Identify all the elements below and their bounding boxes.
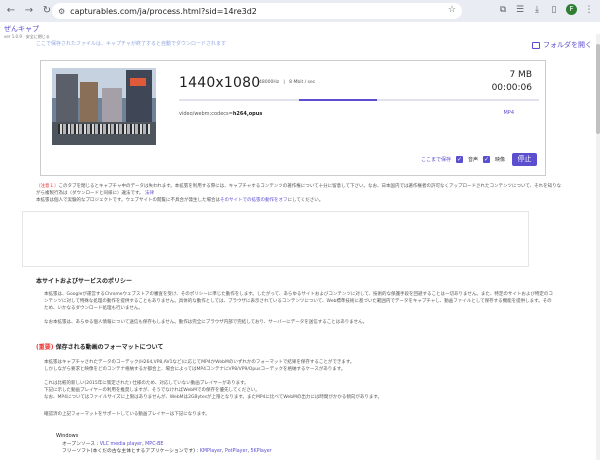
profile-avatar[interactable]: F [566,4,577,15]
capture-preview-thumbnail [52,68,156,145]
folder-icon [532,41,540,49]
url-text: capturables.com/ja/process.html?sid=14re… [70,6,257,16]
vlc-link[interactable]: VLC media player [100,442,142,447]
opensource-players: オープンソース : VLC media player, MPC-BE [62,442,164,447]
format-paragraph-6: 確認済の上記フォーマットをサポートしている動画プレイヤーは下記になります。 [44,412,210,417]
browser-toolbar: ← → ↻ ⚙ capturables.com/ja/process.html?… [0,0,600,22]
notice-line2-end: にしてください。 [287,198,324,203]
video-label: 映像 [494,157,505,163]
capture-controls: ここまで保存 ✓ 音声 ✓ 映像 停止 [421,153,537,166]
capture-card: 1440x1080 48000Hz | 8 Mbit / sec 7 MB 00… [40,60,546,176]
format-paragraph-4: 下記に示した動画プレイヤーの利用を推奨しますが、そうでなければWebMでの保存を… [44,388,260,393]
page-scrollbar[interactable] [596,34,600,460]
codec-line: video/webm;codecs=h264,opus [179,111,262,117]
potplayer-link[interactable]: PotPlayer [225,449,247,454]
scrollbar-thumb[interactable] [596,44,600,134]
top-info-link[interactable]: ここで保存されたファイルは、キャプチャが終了すると自動でダウンロードされます [36,40,268,46]
freeware-players: フリーソフト(本くだの古な主体とするアプリケーションです) : KMPlayer… [62,449,272,454]
notice-line1: このタブを閉じるとキャプチャ中のデータは失われます。本拡張を利用する際には、キャ… [36,184,562,196]
address-bar[interactable]: ⚙ capturables.com/ja/process.html?sid=14… [52,3,462,19]
notice-text: （注意１）このタブを閉じるとキャプチャ中のデータは失われます。本拡張を利用する際… [36,183,564,204]
disable-link[interactable]: そのサイトでの拡張の動作をオフ [220,198,288,203]
policy-paragraph-1: 本拡張は、Googleが運営するChromeウェブストアの審査を受け、そのポリシ… [44,292,553,311]
version-text: ver 1.0.9 [4,34,22,39]
ad-placeholder [22,211,529,267]
notice-line2: 本拡張は個人で実験的なプロジェクトです。ウェブサイトの閲覧に不具合が発生した場合… [36,198,221,203]
format-paragraph-3: これは比較的新しい(2015年に策定された) 仕様のため、対応していない動画プレ… [44,381,249,386]
format-paragraph-2: しかしながら要求と映像をどのコンテナ格納するか都合上、場合によってはMP4コンテ… [44,367,346,372]
opensource-label: オープンソース : [62,442,100,447]
audio-checkbox[interactable]: ✓ [455,156,463,163]
capture-progress-fill [299,99,377,101]
back-icon[interactable]: ← [4,4,18,18]
format-heading-text: 保存される動画のフォーマットについて [55,344,164,351]
5kplayer-link[interactable]: 5KPlayer [251,449,272,454]
codec-prefix: video/webm;codecs= [179,111,233,117]
version-note[interactable]: 安全に閉じる [26,34,50,39]
elapsed-time: 00:00:06 [491,83,532,93]
format-heading: (重要) 保存される動画のフォーマットについて [36,342,163,351]
policy-heading: 本サイトおよびサービスのポリシー [36,278,133,285]
menu-icon[interactable]: ⋮ [584,5,594,15]
policy-paragraph-2: なお本拡張は、あらゆる個人情報について送信も保存もしません。動作は完全にブラウザ… [44,320,368,325]
forward-icon[interactable]: → [22,4,36,18]
capture-meta: 48000Hz | 8 Mbit / sec [259,80,316,85]
sidepanel-icon[interactable]: ▯ [549,5,559,15]
stop-button[interactable]: 停止 [512,153,537,166]
bitrate: 8 Mbit / sec [289,80,316,85]
download-icon[interactable]: ⤓ [532,5,542,15]
app-logo[interactable]: ぜんキャプ [4,24,39,34]
freeware-label: フリーソフト(本くだの古な主体とするアプリケーションです) : [62,449,200,454]
capture-progress-bar [179,99,539,101]
codec-value: h264,opus [232,111,263,117]
list-icon[interactable]: ☰ [515,5,525,15]
format-paragraph-1: 本拡張はキャプチャされたデータのコーデック(H264,VP8,AV1など)に応じ… [44,360,355,365]
format-paragraph-5: なお、MP4についてはファイルサイズに上限はありませんが、WebMは2GByte… [44,395,382,400]
site-info-icon[interactable]: ⚙ [58,7,65,16]
save-here-link[interactable]: ここまで保存 [421,156,451,163]
app-header: ぜんキャプ [0,22,600,34]
video-checkbox[interactable]: ✓ [482,156,490,163]
open-folder-button[interactable]: フォルダを開く [532,40,592,50]
player-list: オープンソース : VLC media player, MPC-BE フリーソフ… [62,441,272,455]
extensions-icon[interactable]: ⧉ [498,5,508,15]
kmplayer-link[interactable]: KMPlayer [200,449,222,454]
os-windows-label: Windows [56,433,79,439]
format-label[interactable]: MP4 [503,110,514,116]
important-mark: (重要) [36,344,54,351]
capture-resolution: 1440x1080 [179,75,261,91]
mpcbe-link[interactable]: MPC-BE [145,442,163,447]
open-folder-label: フォルダを開く [543,41,592,49]
audio-rate: 48000Hz [259,80,280,85]
audio-label: 音声 [467,157,478,163]
file-size: 7 MB [509,70,532,80]
bookmark-star-icon[interactable]: ☆ [448,5,456,15]
notice-tag: （注意１） [36,184,59,189]
law-link[interactable]: 法律 [145,191,154,196]
